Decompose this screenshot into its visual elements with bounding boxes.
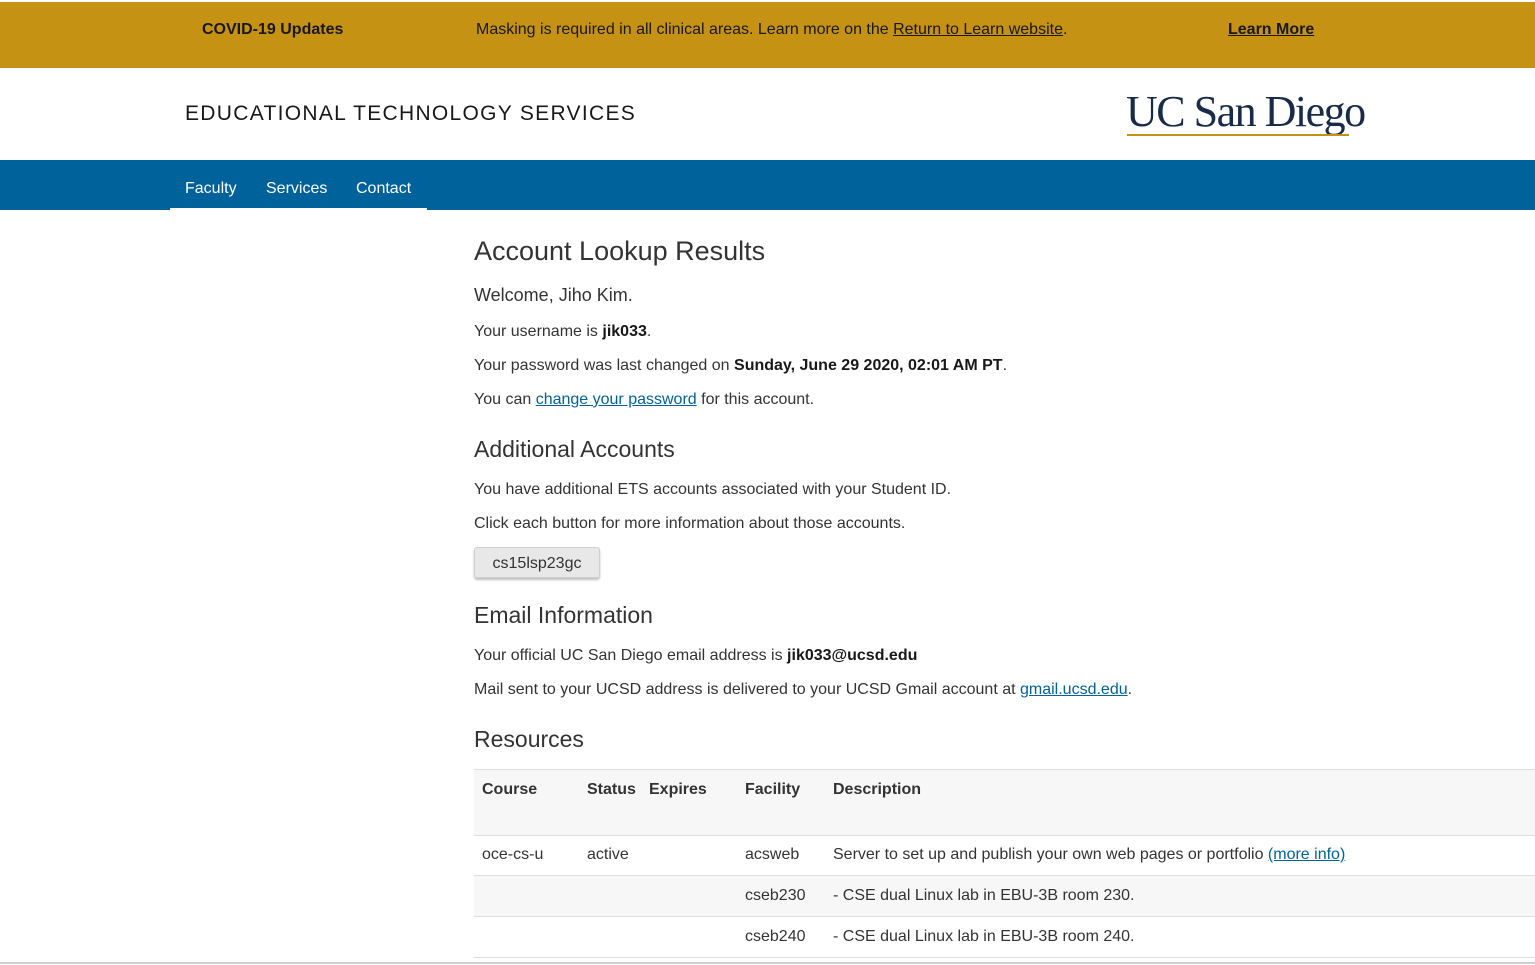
nav-item-contact[interactable]: Contact	[356, 180, 411, 198]
cell-description: - CSE dual Linux lab in EBU-3B room 230.	[833, 887, 1135, 904]
banner-message: Masking is required in all clinical area…	[476, 21, 1067, 39]
banner-message-text: Masking is required in all clinical area…	[476, 21, 894, 38]
cell-status: active	[587, 846, 629, 863]
nav-item-services[interactable]: Services	[266, 180, 327, 198]
resources-heading: Resources	[474, 726, 584, 752]
page-bottom-border	[0, 962, 1535, 964]
cell-facility: cseb230	[745, 887, 806, 904]
table-row: cseb240 - CSE dual Linux lab in EBU-3B r…	[474, 917, 1535, 958]
cell-description: - CSE dual Linux lab in EBU-3B room 240.	[833, 928, 1135, 945]
change-prefix: You can	[474, 391, 536, 408]
gmail-suffix: .	[1127, 681, 1133, 698]
username-prefix: Your username is	[474, 323, 603, 340]
covid-banner: COVID-19 Updates Masking is required in …	[0, 2, 1535, 68]
username-line: Your username is jik033.	[474, 323, 651, 341]
column-header-status: Status	[587, 781, 636, 798]
more-info-link[interactable]: (more info)	[1268, 846, 1345, 863]
password-suffix: .	[1002, 357, 1008, 374]
table-header-row: Course Status Expires Facility Descripti…	[474, 769, 1535, 836]
gmail-link[interactable]: gmail.ucsd.edu	[1020, 681, 1128, 698]
site-title[interactable]: EDUCATIONAL TECHNOLOGY SERVICES	[185, 102, 636, 126]
email-address: jik033@ucsd.edu	[787, 647, 918, 664]
password-line: Your password was last changed on Sunday…	[474, 357, 1007, 375]
column-header-description: Description	[833, 781, 922, 798]
cell-description: Server to set up and publish your own we…	[833, 846, 1345, 864]
cell-course: oce-cs-u	[482, 846, 544, 863]
change-suffix: for this account.	[696, 391, 815, 408]
change-password-line: You can change your password for this ac…	[474, 391, 814, 409]
return-to-learn-link[interactable]: Return to Learn website	[893, 21, 1063, 38]
column-header-expires: Expires	[649, 781, 707, 798]
account-button-cs15lsp23gc[interactable]: cs15lsp23gc	[474, 547, 600, 578]
email-prefix: Your official UC San Diego email address…	[474, 647, 788, 664]
uc-san-diego-logo[interactable]: UC San Diego	[1126, 86, 1366, 137]
learn-more-link[interactable]: Learn More	[1228, 21, 1314, 39]
email-line: Your official UC San Diego email address…	[474, 647, 917, 665]
banner-title: COVID-19 Updates	[202, 21, 344, 38]
password-date: Sunday, June 29 2020, 02:01 AM PT	[734, 357, 1003, 374]
banner-message-suffix: .	[1062, 21, 1068, 38]
nav-active-underline	[170, 208, 427, 210]
additional-accounts-text: You have additional ETS accounts associa…	[474, 481, 952, 498]
page-title: Account Lookup Results	[474, 236, 766, 266]
nav-item-faculty[interactable]: Faculty	[185, 180, 237, 198]
description-text: Server to set up and publish your own we…	[833, 846, 1268, 863]
cell-facility: cseb240	[745, 928, 806, 945]
cell-facility: acsweb	[745, 846, 800, 863]
table-row: cseb230 - CSE dual Linux lab in EBU-3B r…	[474, 876, 1535, 917]
gmail-line: Mail sent to your UCSD address is delive…	[474, 681, 1132, 699]
password-prefix: Your password was last changed on	[474, 357, 735, 374]
change-password-link[interactable]: change your password	[536, 391, 697, 408]
email-information-heading: Email Information	[474, 602, 653, 628]
main-nav: Faculty Services Contact	[0, 160, 1535, 210]
column-header-facility: Facility	[745, 781, 801, 798]
table-row: oce-cs-u active acsweb Server to set up …	[474, 835, 1535, 876]
username-suffix: .	[646, 323, 652, 340]
gmail-prefix: Mail sent to your UCSD address is delive…	[474, 681, 1020, 698]
additional-accounts-heading: Additional Accounts	[474, 436, 675, 462]
username-value: jik033	[602, 323, 647, 340]
column-header-course: Course	[482, 781, 538, 798]
logo-underline	[1127, 134, 1349, 136]
additional-accounts-instructions: Click each button for more information a…	[474, 515, 906, 532]
site-header: EDUCATIONAL TECHNOLOGY SERVICES UC San D…	[0, 68, 1535, 160]
welcome-text: Welcome, Jiho Kim.	[474, 285, 633, 305]
